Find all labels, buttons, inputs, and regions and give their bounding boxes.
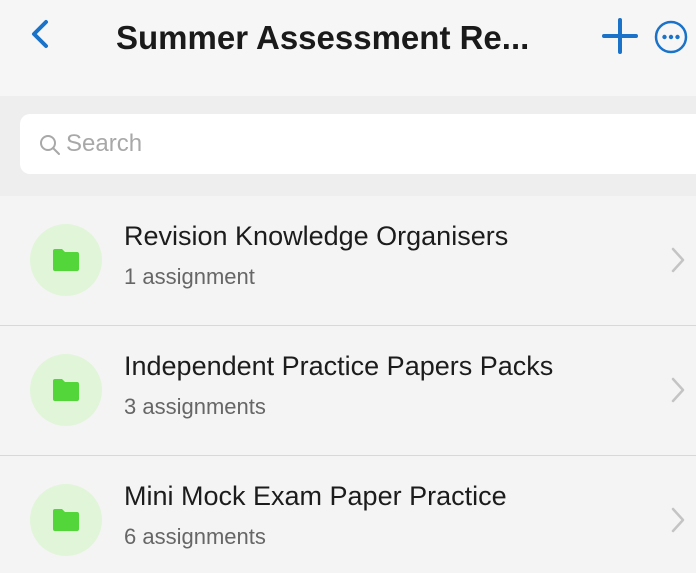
folder-avatar — [30, 484, 102, 556]
folder-icon — [53, 379, 79, 401]
search-section — [0, 96, 696, 196]
plus-icon — [602, 18, 638, 54]
screen: Summer Assessment Re... Search Revision … — [0, 0, 696, 573]
folder-icon — [53, 249, 79, 271]
chevron-right-icon — [671, 247, 685, 273]
folder-icon — [53, 509, 79, 531]
add-button[interactable] — [600, 16, 640, 56]
assignment-count: 6 assignments — [124, 524, 266, 549]
more-options-button[interactable] — [653, 19, 689, 55]
list-item[interactable]: Mini Mock Exam Paper Practice 6 assignme… — [0, 456, 696, 573]
folder-title: Revision Knowledge Organisers — [124, 221, 509, 251]
search-bar[interactable] — [20, 114, 696, 174]
folder-title: Independent Practice Papers Packs — [124, 351, 554, 381]
assignment-count: 3 assignments — [124, 394, 266, 419]
folder-list: Revision Knowledge Organisers 1 assignme… — [0, 196, 696, 573]
folder-avatar — [30, 224, 102, 296]
navigation-bar: Summer Assessment Re... — [0, 0, 696, 96]
assignment-count: 1 assignment — [124, 264, 255, 289]
chevron-right-icon — [671, 507, 685, 533]
list-item[interactable]: Revision Knowledge Organisers 1 assignme… — [0, 196, 696, 326]
back-button[interactable] — [22, 14, 62, 54]
search-input[interactable] — [66, 126, 666, 162]
folder-avatar — [30, 354, 102, 426]
page-title: Summer Assessment Re... — [116, 19, 530, 56]
list-item[interactable]: Independent Practice Papers Packs 3 assi… — [0, 326, 696, 456]
ellipsis-circle-icon — [654, 20, 688, 54]
search-icon — [40, 135, 60, 155]
folder-title: Mini Mock Exam Paper Practice — [124, 481, 507, 511]
chevron-right-icon — [671, 377, 685, 403]
chevron-left-icon — [32, 20, 48, 48]
